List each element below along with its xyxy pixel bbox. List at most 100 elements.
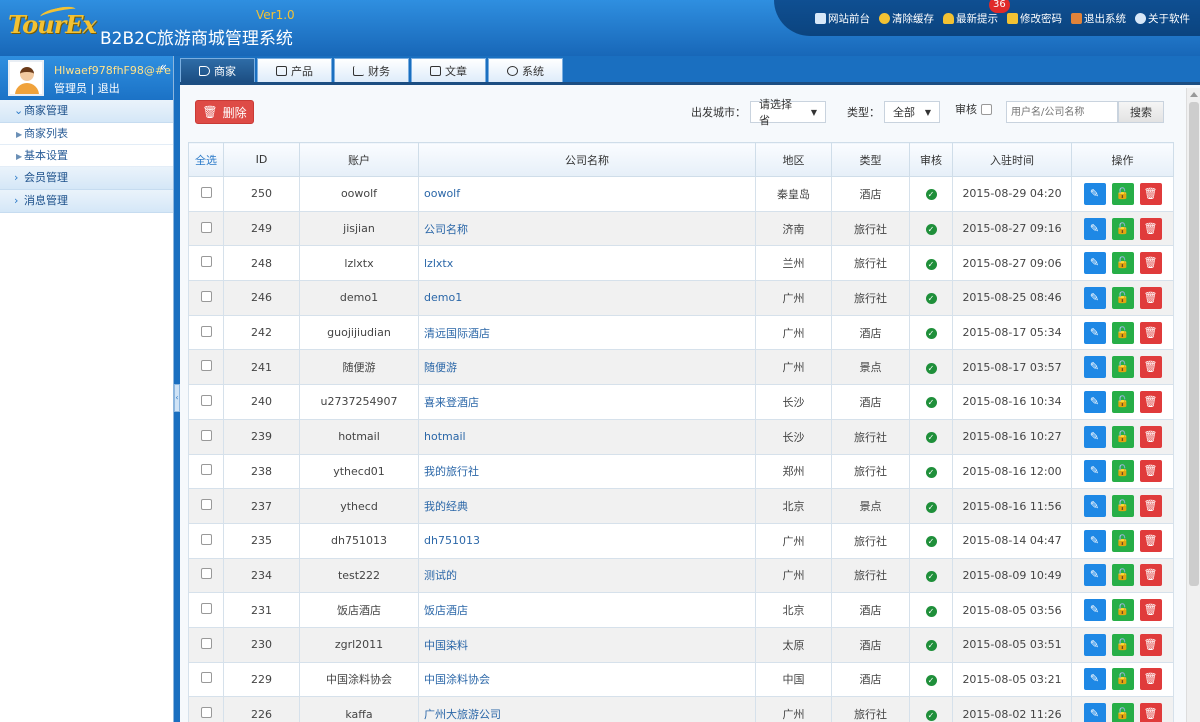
row-checkbox[interactable] — [200, 533, 212, 545]
row-checkbox[interactable] — [200, 394, 212, 406]
row-checkbox[interactable] — [200, 221, 212, 233]
cell-company-link[interactable]: 饭店酒店 — [418, 592, 756, 628]
tab-product[interactable]: 产品 — [257, 58, 332, 82]
audit-checkbox[interactable] — [981, 103, 992, 115]
scroll-up-arrow-icon[interactable] — [1190, 92, 1198, 97]
trash-icon[interactable]: 🗑 — [1139, 564, 1162, 587]
row-checkbox[interactable] — [200, 707, 212, 719]
edit-icon[interactable]: ✎ — [1083, 252, 1106, 275]
unlock-icon[interactable]: 🔓 — [1111, 356, 1134, 379]
unlock-icon[interactable]: 🔓 — [1111, 599, 1134, 622]
cell-company-link[interactable]: 随便游 — [418, 349, 756, 386]
edit-icon[interactable]: ✎ — [1083, 460, 1106, 483]
cell-company-link[interactable]: oowolf — [418, 176, 756, 212]
row-checkbox[interactable] — [200, 186, 212, 198]
unlock-icon[interactable]: 🔓 — [1111, 217, 1134, 240]
unlock-icon[interactable]: 🔓 — [1111, 390, 1134, 413]
tab-system[interactable]: 系统 — [488, 58, 563, 82]
cell-company-link[interactable]: dh751013 — [418, 522, 756, 559]
tab-finance[interactable]: 财务 — [334, 58, 409, 82]
sidebar-group-members[interactable]: › 会员管理 — [0, 167, 173, 190]
notifications-link[interactable]: 36 最新提示 — [943, 0, 1010, 26]
unlock-icon[interactable]: 🔓 — [1111, 286, 1134, 309]
row-checkbox[interactable] — [200, 429, 212, 441]
app-logo[interactable]: TourEx — [8, 10, 97, 39]
edit-icon[interactable]: ✎ — [1083, 495, 1106, 518]
trash-icon[interactable]: 🗑 — [1139, 529, 1162, 552]
unlock-icon[interactable]: 🔓 — [1111, 633, 1134, 656]
trash-icon[interactable]: 🗑 — [1139, 425, 1162, 448]
edit-icon[interactable]: ✎ — [1083, 633, 1106, 656]
unlock-icon[interactable]: 🔓 — [1111, 425, 1134, 448]
unlock-icon[interactable]: 🔓 — [1111, 668, 1134, 691]
edit-icon[interactable]: ✎ — [1083, 703, 1106, 722]
unlock-icon[interactable]: 🔓 — [1111, 495, 1134, 518]
row-checkbox[interactable] — [200, 603, 212, 615]
row-checkbox[interactable] — [200, 325, 212, 337]
edit-icon[interactable]: ✎ — [1083, 321, 1106, 344]
about-link[interactable]: 关于软件 — [1135, 11, 1190, 26]
type-select[interactable]: 全部 ▼ — [884, 101, 940, 123]
cell-company-link[interactable]: demo1 — [418, 280, 756, 316]
row-checkbox[interactable] — [200, 568, 212, 580]
edit-icon[interactable]: ✎ — [1083, 529, 1106, 552]
unlock-icon[interactable]: 🔓 — [1111, 182, 1134, 205]
edit-icon[interactable]: ✎ — [1083, 390, 1106, 413]
trash-icon[interactable]: 🗑 — [1139, 668, 1162, 691]
cell-company-link[interactable]: 测试的 — [418, 557, 756, 594]
edit-icon[interactable]: ✎ — [1083, 425, 1106, 448]
row-checkbox[interactable] — [200, 637, 212, 649]
trash-icon[interactable]: 🗑 — [1139, 390, 1162, 413]
row-checkbox[interactable] — [200, 290, 212, 302]
trash-icon[interactable]: 🗑 — [1139, 252, 1162, 275]
row-checkbox[interactable] — [200, 499, 212, 511]
trash-icon[interactable]: 🗑 — [1139, 217, 1162, 240]
user-role-logout[interactable]: 管理员 | 退出 — [54, 80, 120, 96]
trash-icon[interactable]: 🗑 — [1139, 321, 1162, 344]
cell-company-link[interactable]: 中国染料 — [418, 626, 756, 663]
cell-company-link[interactable]: 广州大旅游公司 — [418, 696, 756, 722]
city-select[interactable]: 请选择省 ▼ — [750, 98, 826, 127]
edit-icon[interactable]: ✎ — [1083, 564, 1106, 587]
change-password-link[interactable]: 修改密码 — [1007, 11, 1062, 26]
unlock-icon[interactable]: 🔓 — [1111, 252, 1134, 275]
trash-icon[interactable]: 🗑 — [1139, 286, 1162, 309]
trash-icon[interactable]: 🗑 — [1139, 599, 1162, 622]
site-front-link[interactable]: 网站前台 — [815, 11, 870, 26]
edit-icon[interactable]: ✎ — [1083, 599, 1106, 622]
cell-company-link[interactable]: hotmail — [418, 418, 756, 455]
edit-icon[interactable]: ✎ — [1083, 356, 1106, 379]
sidebar-group-messages[interactable]: › 消息管理 — [0, 190, 173, 213]
delete-button[interactable]: 🗑 删除 — [195, 100, 254, 124]
trash-icon[interactable]: 🗑 — [1139, 703, 1162, 722]
cell-company-link[interactable]: 公司名称 — [418, 210, 756, 247]
cell-company-link[interactable]: 我的旅行社 — [418, 453, 756, 490]
unlock-icon[interactable]: 🔓 — [1111, 703, 1134, 722]
cell-company-link[interactable]: lzlxtx — [418, 245, 756, 282]
trash-icon[interactable]: 🗑 — [1139, 182, 1162, 205]
row-checkbox[interactable] — [200, 360, 212, 372]
logout-link[interactable]: 退出系统 — [1071, 11, 1126, 26]
select-all-header[interactable]: 全选 — [188, 142, 224, 177]
sidebar-item-basic-settings[interactable]: ▶ 基本设置 — [0, 145, 173, 167]
edit-icon[interactable]: ✎ — [1083, 286, 1106, 309]
row-checkbox[interactable] — [200, 256, 212, 268]
trash-icon[interactable]: 🗑 — [1139, 495, 1162, 518]
sidebar-item-merchant-list[interactable]: ▶ 商家列表 — [0, 123, 173, 145]
sidebar-group-merchant[interactable]: ⌄商家管理 — [0, 100, 173, 123]
edit-icon[interactable]: ✎ — [1083, 217, 1106, 240]
cell-company-link[interactable]: 喜来登酒店 — [418, 384, 756, 420]
row-checkbox[interactable] — [200, 464, 212, 476]
unlock-icon[interactable]: 🔓 — [1111, 460, 1134, 483]
scrollbar-thumb[interactable] — [1189, 102, 1199, 586]
cell-company-link[interactable]: 我的经典 — [418, 488, 756, 524]
edit-icon[interactable]: ✎ — [1083, 668, 1106, 691]
edit-icon[interactable]: ✎ — [1083, 182, 1106, 205]
row-checkbox[interactable] — [200, 672, 212, 684]
unlock-icon[interactable]: 🔓 — [1111, 529, 1134, 552]
unlock-icon[interactable]: 🔓 — [1111, 321, 1134, 344]
trash-icon[interactable]: 🗑 — [1139, 460, 1162, 483]
cell-company-link[interactable]: 中国涂料协会 — [418, 661, 756, 698]
search-button[interactable]: 搜索 — [1118, 101, 1164, 123]
vertical-scrollbar[interactable] — [1186, 88, 1200, 722]
